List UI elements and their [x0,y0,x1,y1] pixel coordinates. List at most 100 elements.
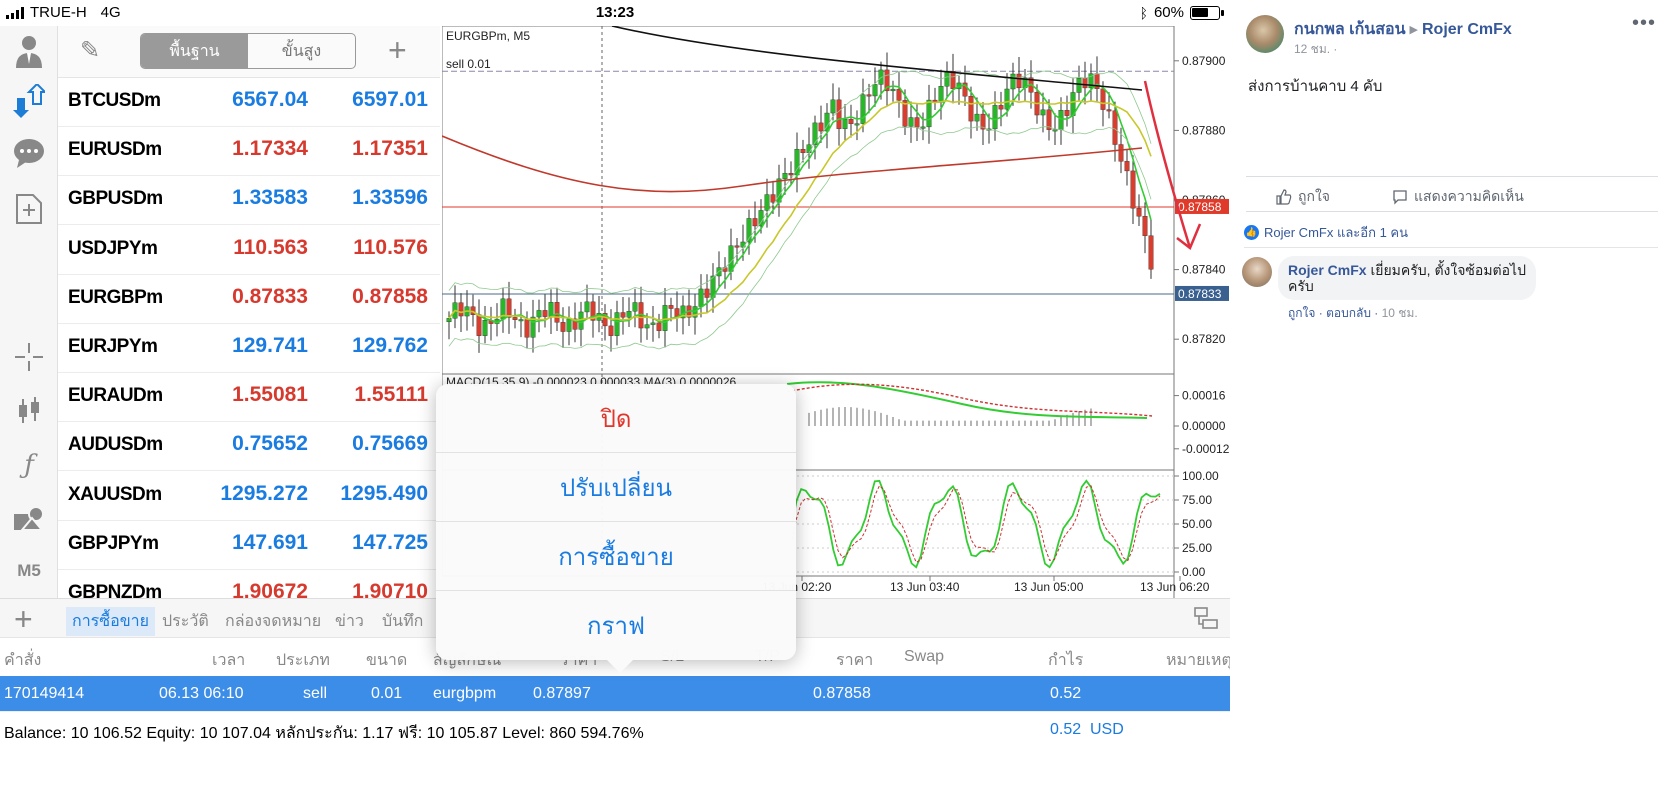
col-order: คำสั่ง [4,652,42,669]
quotes-list: BTCUSDm 6567.04 6597.01 EURUSDm 1.17334 1.173… [58,78,440,598]
quote-row[interactable]: AUDUSDm 0.75652 0.75669 [58,422,440,472]
quote-ask: 110.576 [353,235,428,259]
stoch-tick-label: 25.00 [1182,541,1212,555]
candle-body [914,117,920,128]
candle-body [560,322,566,332]
candle-body [584,301,590,313]
quote-ask: 0.75669 [352,432,428,456]
quote-bid: 1.17334 [232,137,308,161]
modify-order-button[interactable]: ปรับเปลี่ยน [436,453,796,522]
layout-icon[interactable] [1194,607,1218,629]
quote-row[interactable]: GBPNZDm 1.90672 1.90710 [58,570,440,598]
new-order-button[interactable]: + [14,601,33,638]
add-symbol-button[interactable]: + [388,32,407,69]
chart-button[interactable]: กราฟ [436,591,796,660]
trade-arrows-icon[interactable] [10,82,48,120]
candle-body [1082,77,1088,89]
quote-row[interactable]: USDJPYm 110.563 110.576 [58,226,440,275]
timeframe-button[interactable]: M5 [10,552,48,590]
post-text: ส่งการบ้านคาบ 4 คับ [1248,78,1383,95]
account-icon[interactable] [10,32,48,70]
candle-body [620,312,626,318]
chat-icon[interactable] [10,134,48,172]
col-profit: กำไร [1048,652,1084,669]
quote-row[interactable]: GBPUSDm 1.33583 1.33596 [58,176,440,226]
tab-history[interactable]: ประวัติ [162,609,209,634]
order-volume: 0.01 [371,685,403,702]
quote-row[interactable]: EURUSDm 1.17334 1.17351 [58,127,440,177]
quote-row[interactable]: GBPJPYm 147.691 147.725 [58,521,440,570]
stoch-tick-label: 75.00 [1182,493,1212,507]
currency: USD [1090,721,1124,738]
likes-summary[interactable]: 👍 Rojer CmFx และอีก 1 คน [1244,222,1408,243]
candle-body [998,105,1004,110]
quote-ask: 1.55111 [354,383,428,407]
segment-basic[interactable]: พื้นฐาน [141,34,248,68]
col-time: เวลา [212,652,246,669]
function-icon[interactable]: ƒ [10,446,48,484]
candle-body [632,302,638,312]
candle-body [1136,207,1142,217]
comment-like-link[interactable]: ถูกใจ [1288,306,1315,320]
candle-body [1112,110,1118,145]
quote-symbol: GBPUSDm [68,188,163,210]
divider [1244,247,1658,248]
trade-button[interactable]: การซื้อขาย [436,522,796,591]
likes-text: Rojer CmFx และอีก 1 คน [1264,225,1408,240]
tab-news[interactable]: ข่าว [335,609,364,634]
candle-body [896,88,902,101]
like-button[interactable]: ถูกใจ [1276,186,1330,208]
author-avatar[interactable] [1246,15,1284,53]
crosshair-icon[interactable] [10,338,48,376]
candle-body [446,318,452,323]
total-profit: 0.52 [1050,721,1082,738]
candle-body [668,305,674,309]
quote-row[interactable]: XAUUSDm 1295.272 1295.490 [58,472,440,521]
candle-body [476,314,482,336]
target-name[interactable]: Rojer CmFx [1422,21,1512,38]
quote-row[interactable]: BTCUSDm 6567.04 6597.01 [58,78,440,127]
comment-button[interactable]: แสดงความคิดเห็น [1392,186,1524,208]
quotes-mode-segment: พื้นฐาน ขั้นสูง [140,33,356,69]
order-row[interactable]: 170149414 06.13 06:10 sell 0.01 eurgbpm … [0,676,1230,711]
candle-body [1106,109,1112,112]
close-order-button[interactable]: ปิด [436,384,796,453]
objects-icon[interactable] [10,500,48,538]
tab-mailbox[interactable]: กล่องจดหมาย [225,609,321,634]
candlestick-icon[interactable] [10,392,48,430]
balance-bar: Balance: 10 106.52 Equity: 10 107.04 หลั… [0,711,1230,747]
candle-body [1130,170,1136,209]
commenter-avatar[interactable] [1242,257,1272,287]
post-author: กนกพล เก้นสอน ▶ Rojer CmFx [1294,17,1512,42]
segment-advanced[interactable]: ขั้นสูง [248,34,355,68]
quote-row[interactable]: EURAUDm 1.55081 1.55111 [58,373,440,423]
quote-bid: 1.33583 [232,186,308,210]
author-name[interactable]: กนกพล เก้นสอน [1294,21,1406,38]
candle-body [992,105,998,130]
comment-reply-link[interactable]: ตอบกลับ [1326,306,1371,320]
quote-row[interactable]: EURJPYm 129.741 129.762 [58,324,440,373]
edit-icon[interactable]: ✎ [80,36,100,65]
quote-symbol: EURUSDm [68,139,162,161]
quote-ask: 0.87858 [352,284,428,308]
order-profit: 0.52 [1050,685,1082,702]
candle-body [866,94,872,97]
candle-body [1064,110,1070,116]
more-options-icon[interactable]: ••• [1632,12,1656,35]
mt5-app: TRUE-H 4G 13:23 ᛒ 60% ƒ M5 ✎ พื้นฐาน ขั้… [0,0,1230,799]
candle-body [938,86,944,103]
candle-body [968,95,974,122]
time-label: 13 Jun 03:40 [890,580,960,594]
candle-body [752,218,758,227]
order-label: sell 0.01 [446,57,491,71]
candle-body [614,312,620,336]
stoch-tick-label: 100.00 [1182,469,1219,483]
quote-row[interactable]: EURGBPm 0.87833 0.87858 [58,275,440,324]
tab-journal[interactable]: บันทึก [382,609,423,634]
candle-body [512,317,518,320]
tab-trade[interactable]: การซื้อขาย [66,607,156,636]
new-document-icon[interactable] [10,190,48,228]
commenter-name[interactable]: Rojer CmFx [1288,262,1367,278]
macd-tick-label: -0.00012 [1182,442,1230,456]
candle-body [1148,235,1154,270]
